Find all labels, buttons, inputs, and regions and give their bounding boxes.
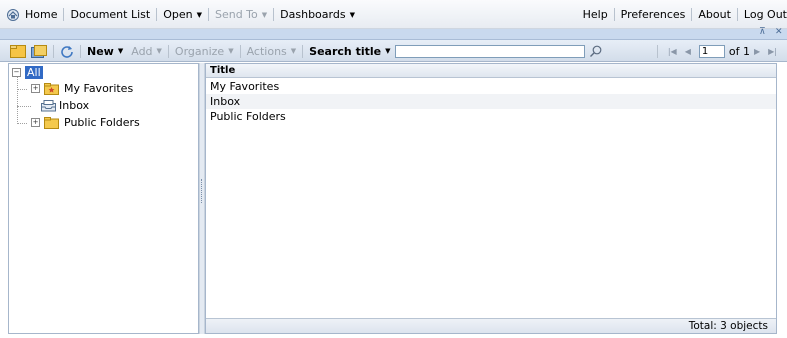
tree-item-public-folders[interactable]: + Public Folders [31, 116, 140, 129]
home-button[interactable]: Home [6, 8, 57, 22]
splitter-grip[interactable] [201, 179, 204, 203]
home-label: Home [25, 8, 58, 21]
header-strip: ⊼ ✕ [0, 27, 787, 40]
search-icon[interactable] [589, 45, 603, 58]
folder-icon [44, 116, 59, 129]
new-menu[interactable]: New ▼ [87, 45, 123, 58]
folder-view-icon[interactable] [10, 44, 26, 58]
send-to-label: Send To [214, 8, 258, 21]
status-bar: Total: 3 objects [206, 318, 776, 333]
help-link[interactable]: Help [583, 8, 608, 21]
caret-down-icon: ▼ [261, 10, 268, 19]
expand-icon[interactable]: + [31, 84, 40, 93]
send-to-menu[interactable]: Send To ▼ [215, 8, 267, 21]
next-page-icon[interactable]: ▶ [754, 47, 760, 56]
page-count-label: of 1 [728, 44, 750, 58]
dashboards-menu[interactable]: Dashboards ▼ [280, 8, 355, 21]
toolbar: New ▼ Add ▼ Organize ▼ Actions ▼ Search … [0, 40, 787, 62]
last-page-icon[interactable]: ▶| [768, 47, 777, 56]
about-link[interactable]: About [698, 8, 731, 21]
open-menu[interactable]: Open ▼ [163, 8, 202, 21]
close-icon[interactable]: ✕ [775, 27, 783, 37]
tree-item-my-favorites[interactable]: + My Favorites [31, 82, 133, 95]
separator [167, 44, 169, 58]
tree-root-label: All [25, 66, 43, 79]
top-menu-right: Help Preferences About Log Out [583, 0, 787, 29]
separator [239, 44, 241, 58]
separator [80, 44, 81, 58]
categories-icon[interactable] [31, 44, 47, 58]
separator [736, 8, 738, 21]
page-number-input[interactable] [698, 44, 725, 58]
separator [656, 44, 658, 58]
document-list-button[interactable]: Document List [70, 8, 150, 21]
caret-down-icon: ▼ [228, 47, 234, 55]
tree-item-inbox[interactable]: Inbox [41, 99, 89, 112]
top-menu-left: Home Document List Open ▼ Send To ▼ Dash… [6, 0, 355, 29]
inbox-icon [41, 99, 56, 111]
tree-connector [17, 74, 18, 124]
add-menu[interactable]: Add ▼ [131, 45, 162, 58]
caret-down-icon: ▼ [117, 47, 124, 55]
first-page-icon[interactable]: |◀ [668, 47, 677, 56]
search-title-label: Search title [309, 44, 382, 58]
tree-item-label: My Favorites [64, 82, 134, 95]
caret-down-icon: ▼ [156, 47, 162, 55]
tree-connector [17, 123, 27, 124]
tree-connector [17, 89, 27, 90]
tree-connector [17, 106, 31, 107]
toolbar-actions: New ▼ Add ▼ Organize ▼ Actions ▼ Search … [10, 40, 603, 62]
collapse-icon[interactable]: − [12, 68, 21, 77]
column-header-title[interactable]: Title [206, 64, 776, 78]
separator [207, 8, 209, 21]
folder-tree: − All + My Favorites Inbox + Public Fold… [8, 63, 199, 334]
pin-icon[interactable]: ⊼ [759, 27, 766, 37]
separator [63, 8, 65, 21]
caret-down-icon: ▼ [385, 47, 391, 55]
expand-icon[interactable]: + [31, 118, 40, 127]
separator [302, 44, 304, 58]
actions-label: Actions [246, 44, 287, 58]
dashboards-label: Dashboards [280, 8, 346, 21]
separator [53, 44, 54, 58]
top-menu-bar: Home Document List Open ▼ Send To ▼ Dash… [0, 0, 787, 29]
new-label: New [87, 44, 114, 58]
pager: |◀ ◀ of 1 ▶ ▶| [651, 40, 781, 62]
add-label: Add [131, 44, 153, 58]
prev-page-icon[interactable]: ◀ [685, 47, 691, 56]
organize-label: Organize [174, 44, 225, 58]
list-item[interactable]: My Favorites [206, 79, 776, 94]
caret-down-icon: ▼ [196, 10, 202, 19]
separator [691, 8, 693, 21]
separator [273, 8, 275, 21]
separator [156, 8, 158, 21]
caret-down-icon: ▼ [349, 10, 355, 19]
refresh-icon[interactable] [60, 45, 74, 58]
organize-menu[interactable]: Organize ▼ [175, 45, 234, 58]
list-item[interactable]: Inbox [206, 94, 776, 109]
caret-down-icon: ▼ [290, 47, 297, 55]
home-icon [7, 8, 19, 21]
log-out-link[interactable]: Log Out [744, 8, 787, 21]
open-label: Open [163, 8, 193, 21]
search-title-menu[interactable]: Search title ▼ [309, 45, 390, 58]
preferences-link[interactable]: Preferences [621, 8, 686, 21]
document-list: Title My Favorites Inbox Public Folders … [205, 63, 777, 334]
tree-item-label: Public Folders [64, 116, 140, 129]
list-item[interactable]: Public Folders [206, 109, 776, 124]
search-input[interactable] [394, 44, 585, 58]
tree-item-label: Inbox [59, 99, 90, 112]
actions-menu[interactable]: Actions ▼ [247, 45, 297, 58]
separator [613, 8, 615, 21]
favorites-folder-icon [44, 82, 59, 95]
tree-root[interactable]: − All [12, 66, 43, 79]
